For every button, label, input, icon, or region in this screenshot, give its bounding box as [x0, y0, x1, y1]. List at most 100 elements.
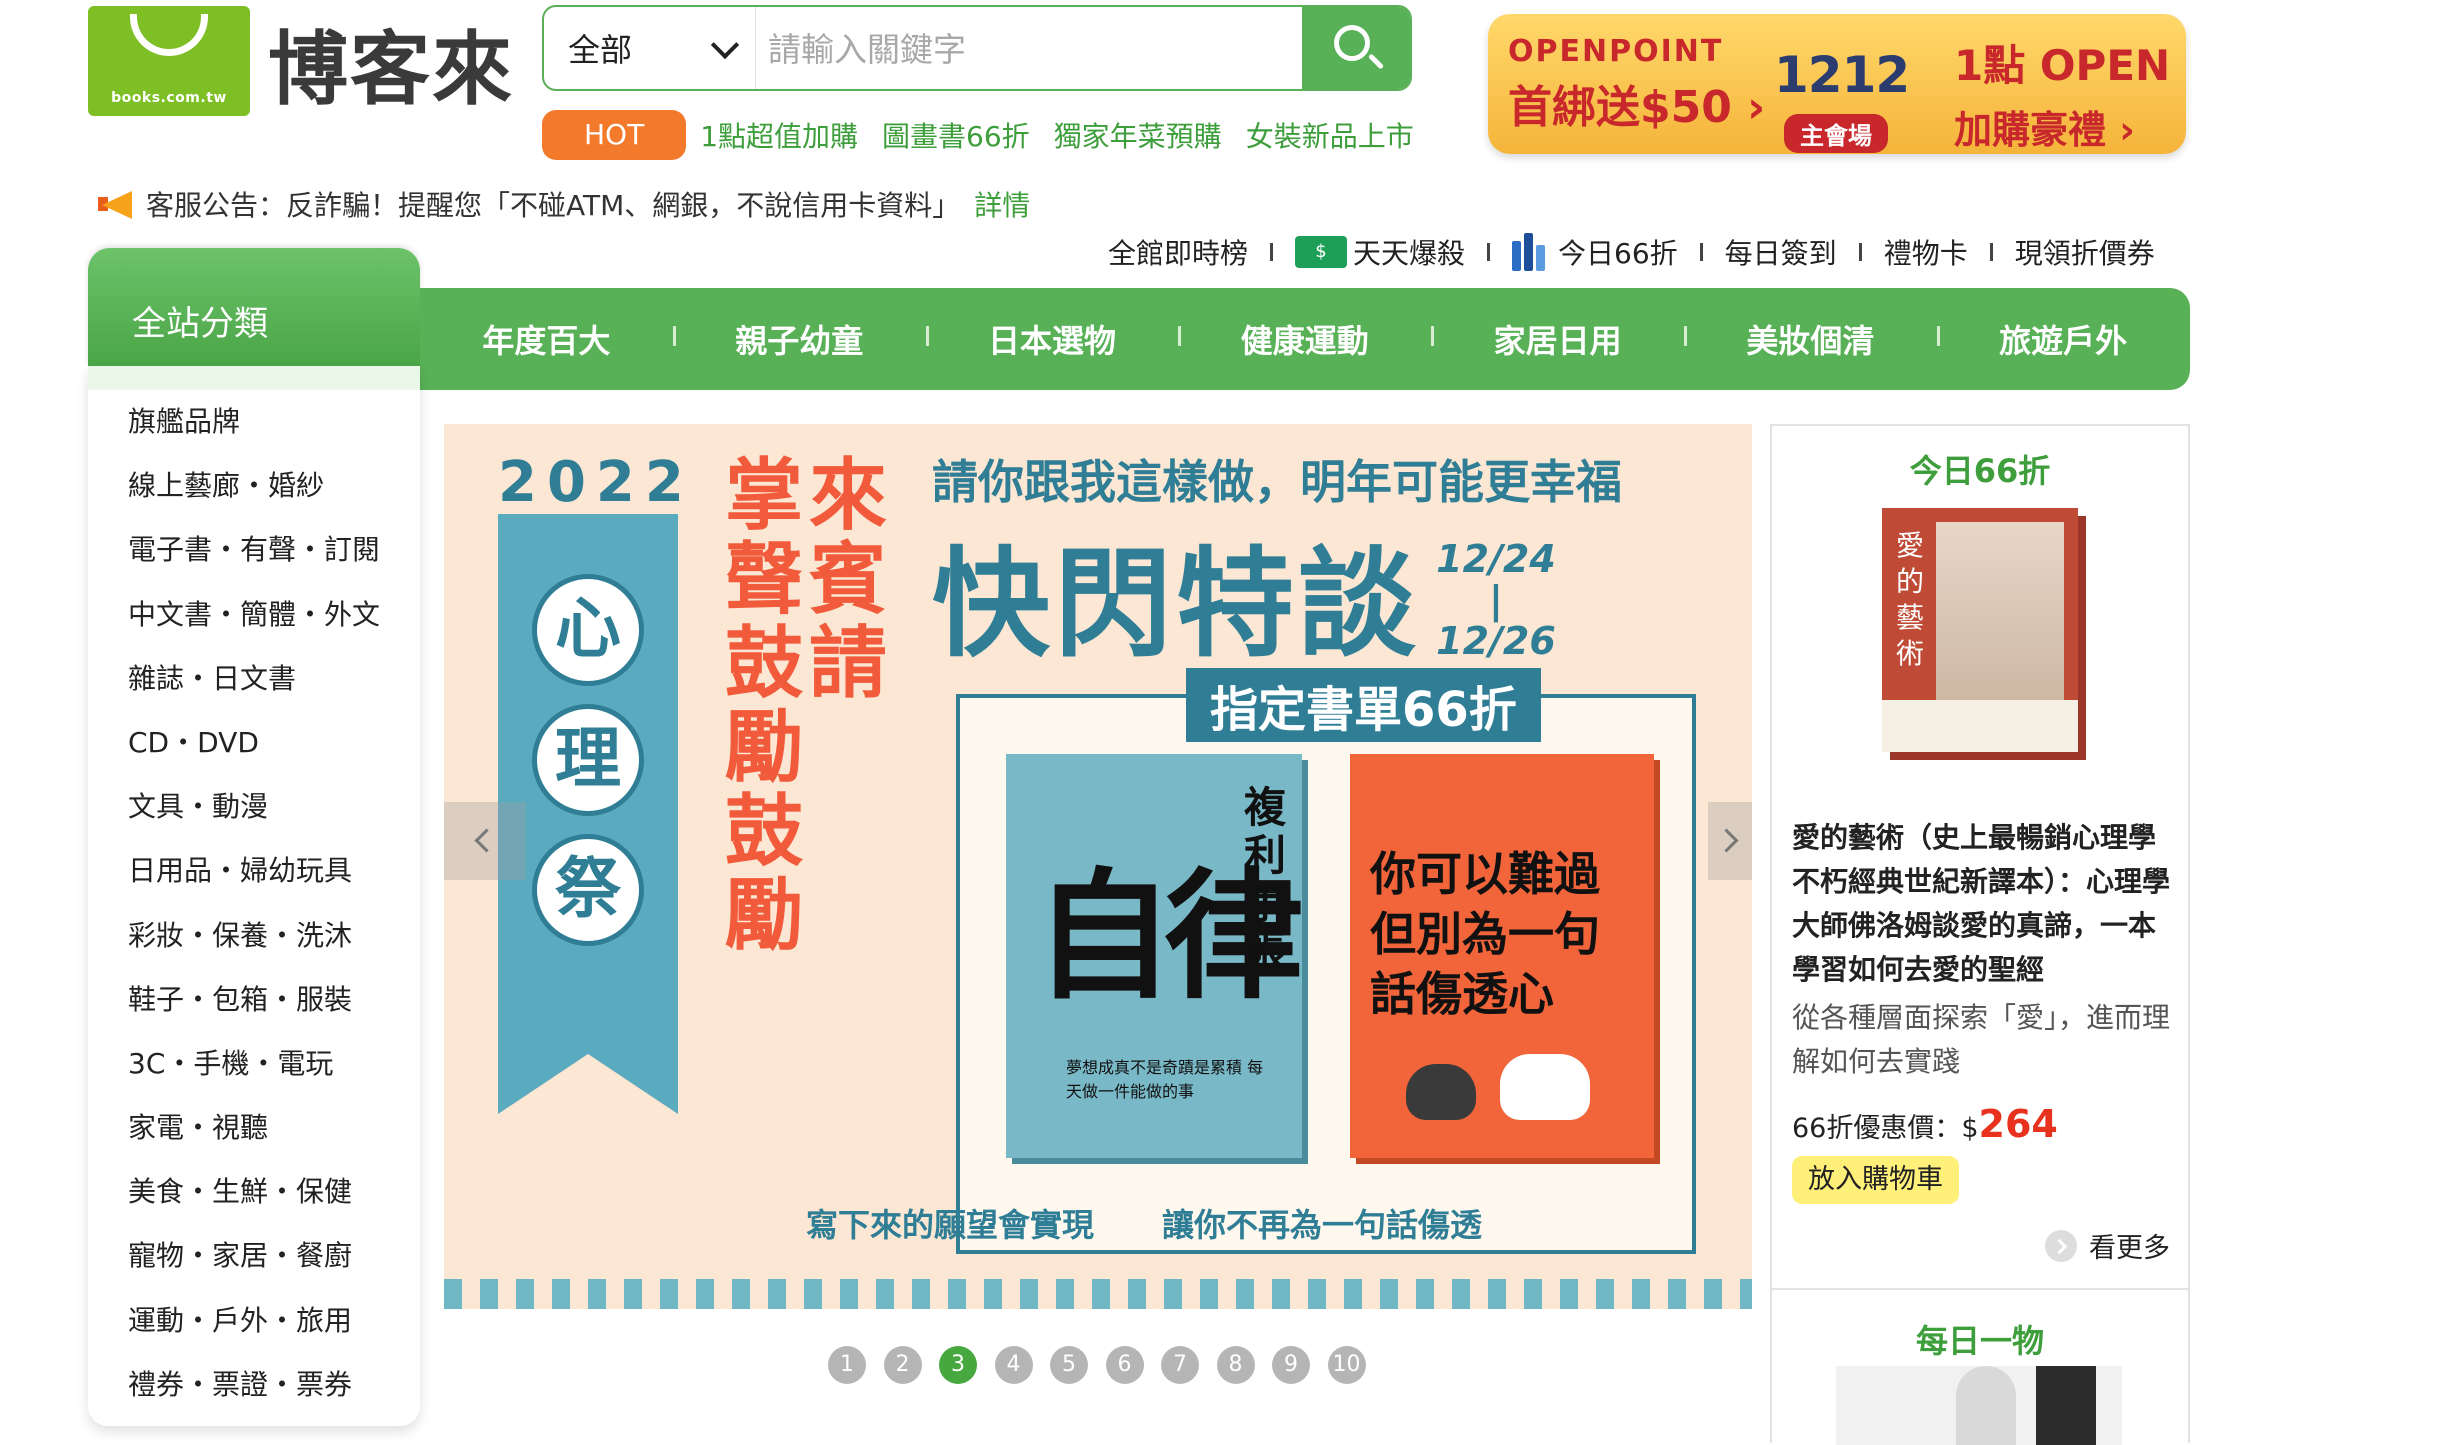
sidebar-item[interactable]: 日用品・婦幼玩具: [88, 839, 420, 903]
sidebar-item[interactable]: 美食・生鮮・保健: [88, 1160, 420, 1224]
logo-mark[interactable]: books.com.tw: [88, 6, 250, 116]
slide-dot[interactable]: 7: [1161, 1346, 1199, 1384]
slide-dot[interactable]: 9: [1272, 1346, 1310, 1384]
slide-dot[interactable]: 10: [1327, 1346, 1366, 1384]
quick-link-label: 今日66折: [1558, 237, 1678, 270]
book-cover-self-discipline: 自律 複利手帳 夢想成真不是奇蹟是累積 每天做一件能做的事: [1006, 754, 1304, 1158]
chevron-right-icon: [1714, 828, 1739, 853]
hot-link[interactable]: 圖畫書66折: [882, 115, 1030, 155]
sidebar-item[interactable]: 鞋子・包箱・服裝: [88, 968, 420, 1032]
sidebar-item[interactable]: 中文書・簡體・外文: [88, 583, 420, 647]
all-categories-tab[interactable]: 全站分類: [88, 248, 420, 366]
all-categories-label: 全站分類: [132, 304, 268, 344]
slide-dot[interactable]: 5: [1050, 1346, 1088, 1384]
slide-dot[interactable]: 8: [1216, 1346, 1255, 1384]
nav-item[interactable]: 美妝個清: [1683, 316, 1937, 362]
hot-link[interactable]: 1點超值加購: [700, 115, 858, 155]
banner-date-separator: |: [1489, 578, 1503, 622]
money-icon: $: [1295, 236, 1348, 268]
sidebar-item[interactable]: 3C・手機・電玩: [88, 1032, 420, 1096]
sidebar-top-strip: [88, 366, 420, 390]
nav-item[interactable]: 家居日用: [1431, 316, 1684, 362]
sidebar-item[interactable]: 禮券・票證・票券: [88, 1353, 420, 1417]
banner-caption-left: 寫下來的願望會實現: [806, 1206, 1095, 1244]
sidebar-item[interactable]: 旗艦品牌: [88, 390, 420, 454]
festival-char: 心: [532, 574, 644, 686]
banner-dates: 12/24 | 12/26: [1426, 528, 1566, 672]
sidebar-item[interactable]: 家電・視聽: [88, 1096, 420, 1160]
daily-deal-title: 今日66折: [1909, 452, 2051, 490]
white-cat-illustration: [1500, 1054, 1590, 1120]
banner-big-title: 快閃特談: [932, 535, 1421, 673]
banner-prev-arrow[interactable]: [444, 802, 526, 880]
quick-link-daily-deal[interactable]: $ 天天爆殺: [1295, 232, 1465, 272]
slide-dot[interactable]: 2: [883, 1346, 922, 1384]
quick-link-gift-card[interactable]: 禮物卡: [1884, 232, 1968, 272]
hot-badge: HOT: [542, 110, 687, 160]
quick-link-ranking[interactable]: 全館即時榜: [1108, 232, 1248, 272]
banner-year: 2022: [498, 450, 694, 515]
quick-link-label: 每日簽到: [1724, 237, 1837, 270]
book-cover-dont-hurt: 你可以難過 但別為一句話傷透心: [1350, 754, 1654, 1158]
banner-next-arrow[interactable]: [1708, 802, 1752, 880]
hero-banner[interactable]: 2022 心 理 祭 掌聲鼓勵鼓勵 來賓請 請你跟我這樣做，明年可能更幸福 快閃…: [444, 424, 1752, 1309]
megaphone-icon: [98, 187, 138, 221]
search-icon-handle: [1367, 53, 1385, 70]
divider: [1858, 243, 1862, 261]
model-figure: [1956, 1366, 2016, 1445]
notice-detail-link[interactable]: 詳情: [974, 184, 1030, 224]
promo-gift: 首綁送$50 ›: [1508, 82, 1766, 133]
daily-item-title: 每日一物: [1915, 1322, 2044, 1360]
banner-caption-right: 讓你不再為一句話傷透: [1162, 1206, 1483, 1244]
nav-item[interactable]: 健康運動: [1178, 316, 1431, 362]
divider: [1270, 243, 1274, 261]
notice-text: 客服公告：反詐騙！提醒您「不碰ATM、網銀，不說信用卡資料」: [146, 189, 961, 222]
quick-link-coupon[interactable]: 現領折價券: [2015, 232, 2155, 272]
slide-dot[interactable]: 4: [994, 1346, 1033, 1384]
promo-big-number: 1212: [1774, 46, 1910, 104]
daily-item-image[interactable]: [1836, 1366, 2122, 1445]
search-button[interactable]: [1302, 7, 1410, 89]
nav-item[interactable]: 親子幼童: [672, 316, 926, 362]
black-cat-illustration: [1406, 1064, 1476, 1120]
festival-char: 理: [532, 704, 644, 816]
slide-dot-active[interactable]: 3: [939, 1346, 977, 1384]
slide-dot[interactable]: 1: [828, 1346, 866, 1384]
nav-item[interactable]: 年度百大: [420, 316, 673, 362]
nav-item[interactable]: 日本選物: [925, 316, 1179, 362]
promo-points-title: 1點 OPEN POINT: [1954, 41, 2186, 90]
bag-handle-icon: [130, 14, 208, 56]
sidebar-item[interactable]: 電子書・有聲・訂閱: [88, 518, 420, 582]
deal-product-name[interactable]: 愛的藝術（史上最暢銷心理學不朽經典世紀新譯本）：心理學大師佛洛姆談愛的真諦，一本…: [1792, 816, 2172, 992]
quick-link-66-off[interactable]: 今日66折: [1512, 232, 1678, 272]
sidebar-item[interactable]: 文具・動漫: [88, 775, 420, 839]
sidebar-item[interactable]: 寵物・家居・餐廚: [88, 1224, 420, 1288]
add-to-cart-button[interactable]: 放入購物車: [1792, 1156, 1959, 1204]
sidebar-item[interactable]: 雜誌・日文書: [88, 647, 420, 711]
nav-item[interactable]: 旅遊戶外: [1936, 316, 2190, 362]
deal-book-cover[interactable]: 愛的藝術: [1882, 508, 2078, 752]
sidebar-item[interactable]: CD・DVD: [88, 711, 420, 775]
divider: [1487, 243, 1491, 261]
search-category-select[interactable]: 全部: [544, 7, 756, 89]
sidebar-item[interactable]: 線上藝廊・婚紗: [88, 454, 420, 518]
slide-dot[interactable]: 6: [1105, 1346, 1144, 1384]
hot-link[interactable]: 獨家年菜預購: [1054, 115, 1222, 155]
sidebar-item[interactable]: 運動・戶外・旅用: [88, 1289, 420, 1353]
search-icon: [1334, 25, 1370, 61]
divider: [1772, 1288, 2188, 1290]
search-input[interactable]: [766, 7, 1250, 89]
promo-points-sub: 加購豪禮 ›: [1954, 108, 2135, 152]
sidebar-item[interactable]: 彩妝・保養・洗沐: [88, 904, 420, 968]
see-more-link[interactable]: 看更多: [2045, 1226, 2170, 1265]
divider: [1699, 243, 1703, 261]
banner-pagination: 1 2 3 4 5 6 7 8 9 10: [828, 1346, 1383, 1384]
openpoint-promo-banner[interactable]: OPENPOINT 首綁送$50 › 1212 主會場 1點 OPEN POIN…: [1488, 14, 2186, 154]
banner-vertical-left: 掌聲鼓勵鼓勵: [724, 451, 803, 961]
quick-link-checkin[interactable]: 每日簽到: [1725, 232, 1837, 272]
hot-links-row: HOT 1點超值加購 圖畫書66折 獨家年菜預購 女裝新品上市: [542, 110, 1438, 160]
banner-headline: 請你跟我這樣做，明年可能更幸福: [932, 455, 1622, 509]
logo-text[interactable]: 博客來: [268, 20, 514, 120]
hot-link[interactable]: 女裝新品上市: [1246, 115, 1414, 155]
quick-link-label: 現領折價券: [2014, 237, 2155, 270]
